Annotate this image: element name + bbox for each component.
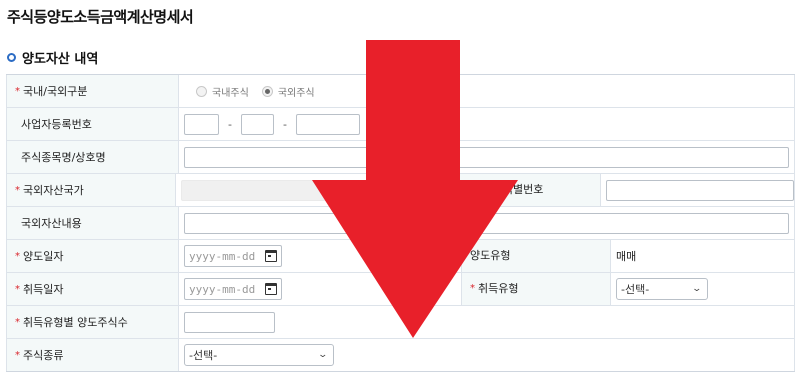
- section-bullet-icon: [7, 53, 16, 62]
- row-stock-type: * 주식종류 -선택- ⌄: [6, 339, 795, 372]
- required-mark: *: [15, 85, 20, 97]
- radio-domestic[interactable]: [196, 85, 207, 97]
- business-reg-part2-input[interactable]: [240, 113, 274, 135]
- value-cell: [179, 207, 795, 239]
- row-acquisition-date: * 취득일자 yyyy-mm-dd * 취득유형 -선택- ⌄: [6, 273, 795, 306]
- chevron-down-icon: ⌄: [317, 350, 329, 360]
- row-transfer-date: * 양도일자 yyyy-mm-dd 양도유형 매매: [6, 240, 795, 273]
- select-value: -선택-: [621, 283, 650, 296]
- stock-type-select[interactable]: -선택- ⌄: [184, 344, 334, 366]
- required-mark: *: [15, 283, 20, 295]
- calendar-icon[interactable]: [265, 250, 277, 262]
- value-cell: yyyy-mm-dd: [179, 240, 461, 272]
- required-mark: *: [15, 316, 20, 328]
- isin-input[interactable]: [606, 179, 794, 201]
- domestic-foreign-label: 국내/국외구분: [23, 85, 88, 98]
- transfer-date-label: 양도일자: [23, 250, 64, 263]
- asset-form-table: * 국내/국외구분 국내주식 국외주식 사업자등록번호 - - 주식종목명/상호명…: [6, 74, 795, 372]
- label-cell: * 국내/국외구분: [6, 75, 179, 107]
- transfer-type-label: 양도유형: [470, 249, 511, 263]
- row-business-reg-no: 사업자등록번호 - -: [6, 108, 795, 141]
- transfer-type-value: 매매: [616, 250, 637, 263]
- dash-separator: -: [282, 117, 287, 131]
- acquisition-date-input[interactable]: yyyy-mm-dd: [184, 278, 282, 300]
- value-cell: -선택- ⌄: [611, 273, 795, 305]
- radio-foreign[interactable]: [261, 85, 273, 97]
- stock-name-label: 주식종목명/상호명: [21, 151, 106, 164]
- page-title: 주식등양도소득금액계산명세서: [7, 8, 194, 26]
- domestic-foreign-radio-group: 국내주식 국외주식: [184, 84, 323, 99]
- radio-foreign-label[interactable]: 국외주식: [278, 84, 315, 99]
- value-cell: - -: [179, 108, 795, 140]
- asset-content-input[interactable]: [184, 212, 789, 234]
- date-placeholder: yyyy-mm-dd: [189, 282, 256, 296]
- label-cell: * 주식종류: [6, 339, 179, 371]
- row-stock-name: 주식종목명/상호명: [6, 141, 795, 174]
- label-cell: * 취득유형별 양도주식수: [6, 306, 179, 338]
- required-mark: *: [15, 250, 20, 262]
- required-mark: *: [470, 283, 475, 294]
- label-cell: 주식종목명/상호명: [6, 141, 179, 173]
- stock-name-input[interactable]: [184, 146, 789, 168]
- date-placeholder: yyyy-mm-dd: [189, 249, 256, 263]
- value-cell: yyyy-mm-dd: [179, 273, 461, 305]
- label-cell: 사업자등록번호: [6, 108, 179, 140]
- shares-count-input[interactable]: [184, 311, 275, 333]
- acquisition-date-label: 취득일자: [23, 283, 64, 296]
- radio-domestic-label[interactable]: 국내주식: [212, 84, 249, 99]
- chevron-down-icon: ⌄: [691, 284, 703, 294]
- business-reg-label: 사업자등록번호: [21, 118, 92, 131]
- asset-country-label: 국외자산국가: [23, 184, 84, 197]
- asset-country-input[interactable]: [181, 179, 432, 201]
- business-reg-part3-input[interactable]: [295, 113, 360, 135]
- asset-content-label: 국외자산내용: [21, 217, 82, 230]
- row-asset-country: * 국외자산국가 국제증권식별번호: [6, 174, 795, 207]
- value-cell: 매매: [611, 240, 795, 272]
- label-cell: * 양도일자: [6, 240, 179, 272]
- label-cell: * 취득유형: [461, 273, 611, 305]
- label-cell: 국제증권식별번호: [453, 174, 601, 206]
- dash-separator: -: [228, 117, 232, 131]
- value-cell: 국내주식 국외주식: [179, 75, 795, 107]
- label-cell: * 국외자산국가: [6, 174, 177, 206]
- acquisition-type-label: 취득유형: [478, 282, 519, 296]
- transfer-date-input[interactable]: yyyy-mm-dd: [184, 245, 282, 267]
- section-header: 양도자산 내역: [7, 48, 98, 67]
- value-cell: [179, 306, 795, 338]
- isin-label: 국제증권식별번호: [462, 183, 544, 197]
- row-domestic-foreign: * 국내/국외구분 국내주식 국외주식: [6, 75, 795, 108]
- section-title: 양도자산 내역: [22, 52, 99, 67]
- select-value: -선택-: [189, 349, 218, 362]
- value-cell: [176, 174, 453, 206]
- value-cell: [601, 174, 795, 206]
- row-shares-by-type: * 취득유형별 양도주식수: [6, 306, 795, 339]
- value-cell: [179, 141, 795, 173]
- required-mark: *: [15, 349, 20, 361]
- required-mark: *: [15, 184, 20, 196]
- business-reg-part1-input[interactable]: [184, 113, 219, 135]
- stock-type-label: 주식종류: [23, 349, 64, 362]
- value-cell: -선택- ⌄: [179, 339, 795, 371]
- label-cell: 양도유형: [461, 240, 611, 272]
- row-asset-content: 국외자산내용: [6, 207, 795, 240]
- label-cell: * 취득일자: [6, 273, 179, 305]
- label-cell: 국외자산내용: [6, 207, 179, 239]
- acquisition-type-select[interactable]: -선택- ⌄: [616, 278, 708, 300]
- calendar-icon[interactable]: [265, 283, 277, 295]
- shares-by-type-label: 취득유형별 양도주식수: [23, 316, 128, 329]
